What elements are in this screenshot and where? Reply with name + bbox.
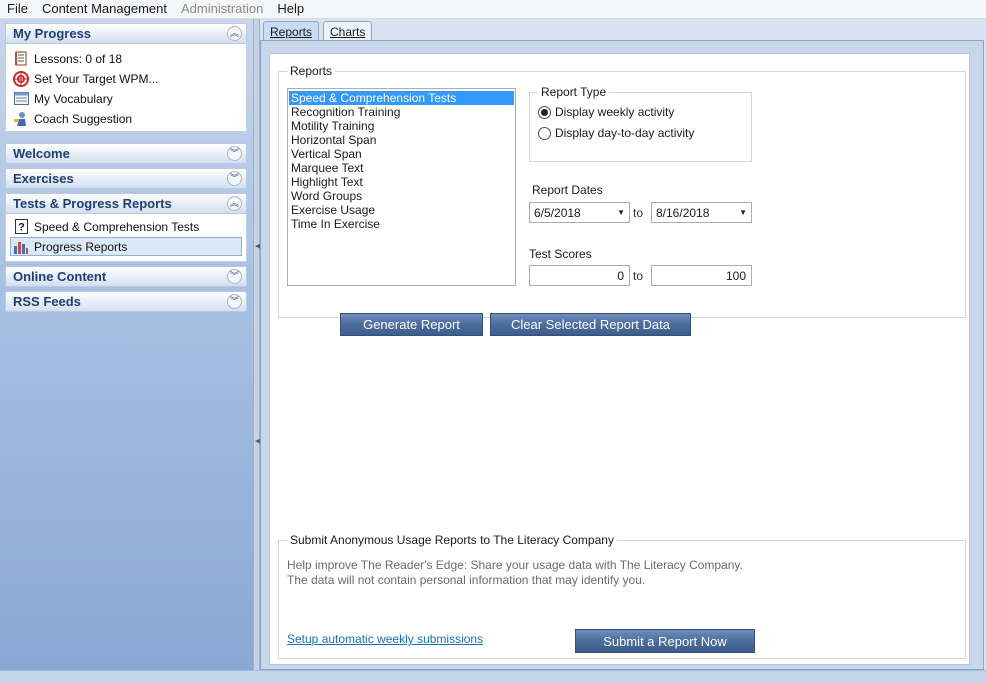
submit-description-line1: Help improve The Reader's Edge: Share yo… — [287, 558, 743, 572]
group-header-online-content[interactable]: Online Content ︾ — [5, 266, 247, 287]
expand-icon[interactable]: ︾ — [227, 269, 242, 284]
group-title: Tests & Progress Reports — [13, 196, 172, 211]
submit-usage-groupbox: Submit Anonymous Usage Reports to The Li… — [278, 533, 966, 659]
collapse-icon[interactable]: ︽ — [227, 26, 242, 41]
expand-icon[interactable]: ︾ — [227, 294, 242, 309]
group-header-welcome[interactable]: Welcome ︾ — [5, 143, 247, 164]
group-title: Online Content — [13, 269, 107, 284]
submit-description-line2: The data will not contain personal infor… — [287, 573, 646, 587]
button-label: Generate Report — [363, 317, 460, 332]
list-item[interactable]: Horizontal Span — [289, 133, 514, 147]
test-scores-label: Test Scores — [529, 247, 592, 261]
groupbox-title: Submit Anonymous Usage Reports to The Li… — [287, 533, 617, 547]
list-item[interactable]: Vertical Span — [289, 147, 514, 161]
dropdown-arrow-icon[interactable]: ▼ — [617, 208, 625, 217]
tab-charts[interactable]: Charts — [323, 21, 373, 41]
menu-administration[interactable]: Administration — [174, 0, 270, 18]
button-label: Clear Selected Report Data — [511, 317, 670, 332]
group-header-rss-feeds[interactable]: RSS Feeds ︾ — [5, 291, 247, 312]
reports-groupbox: Reports Speed & Comprehension Tests Reco… — [278, 64, 966, 336]
bar-chart-icon — [13, 239, 29, 255]
list-item[interactable]: Word Groups — [289, 189, 514, 203]
min-score-input[interactable]: 0 — [529, 265, 630, 286]
report-listbox[interactable]: Speed & Comprehension Tests Recognition … — [287, 88, 516, 286]
expand-icon[interactable]: ︾ — [227, 146, 242, 161]
weekly-activity-radio[interactable]: Display weekly activity — [538, 105, 674, 119]
tab-reports[interactable]: Reports — [263, 21, 320, 41]
sidebar-item-label: Coach Suggestion — [34, 111, 133, 126]
list-item[interactable]: Motility Training — [289, 119, 514, 133]
to-label: to — [633, 269, 644, 283]
date-value: 8/16/2018 — [656, 205, 710, 220]
clear-report-data-button[interactable]: Clear Selected Report Data — [490, 313, 691, 336]
sidebar-item-label: Speed & Comprehension Tests — [34, 219, 200, 234]
radio-label: Display day-to-day activity — [555, 126, 695, 140]
list-item[interactable]: Time In Exercise — [289, 217, 514, 231]
menu-bar: File Content Management Administration H… — [0, 0, 986, 19]
collapse-icon[interactable]: ︽ — [227, 196, 242, 211]
target-icon — [13, 70, 29, 87]
sidebar-item-progress-reports[interactable]: Progress Reports — [10, 237, 242, 256]
sidebar-item-speed-tests[interactable]: ? Speed & Comprehension Tests — [13, 217, 199, 236]
to-label: to — [633, 206, 644, 220]
reports-tab-page: Reports Speed & Comprehension Tests Reco… — [260, 40, 984, 670]
sidebar-item-label: Lessons: 0 of 18 — [34, 51, 123, 66]
sidebar-item-target-wpm[interactable]: Set Your Target WPM... — [13, 69, 159, 88]
list-item[interactable]: Speed & Comprehension Tests — [289, 91, 514, 105]
dropdown-arrow-icon[interactable]: ▼ — [739, 208, 747, 217]
list-item[interactable]: Exercise Usage — [289, 203, 514, 217]
svg-text:?: ? — [18, 222, 25, 234]
notebook-icon — [13, 51, 29, 67]
group-title: Exercises — [13, 171, 74, 186]
tab-label: Reports — [270, 24, 313, 39]
sidebar-item-coach[interactable]: Coach Suggestion — [13, 109, 132, 128]
list-item[interactable]: Highlight Text — [289, 175, 514, 189]
group-body-my-progress: Lessons: 0 of 18 Set Your Target WPM... … — [5, 44, 247, 132]
report-dates-label: Report Dates — [532, 183, 603, 197]
list-item[interactable]: Recognition Training — [289, 105, 514, 119]
max-score-input[interactable]: 100 — [651, 265, 752, 286]
group-header-exercises[interactable]: Exercises ︾ — [5, 168, 247, 189]
coach-icon — [13, 111, 29, 127]
generate-report-button[interactable]: Generate Report — [340, 313, 483, 336]
tab-label: Charts — [330, 24, 366, 39]
sidebar-item-label: My Vocabulary — [34, 91, 113, 106]
group-header-tests-reports[interactable]: Tests & Progress Reports ︽ — [5, 193, 247, 214]
sidebar-item-vocabulary[interactable]: My Vocabulary — [13, 89, 113, 108]
question-icon: ? — [13, 219, 29, 235]
sidebar-splitter[interactable]: ◀ ◀ — [253, 19, 260, 670]
groupbox-title: Report Type — [538, 85, 610, 99]
button-label: Submit a Report Now — [603, 633, 727, 649]
expand-icon[interactable]: ︾ — [227, 171, 242, 186]
date-value: 6/5/2018 — [534, 205, 581, 220]
start-date-picker[interactable]: 6/5/2018 ▼ — [529, 202, 630, 223]
setup-weekly-submissions-link[interactable]: Setup automatic weekly submissions — [287, 632, 483, 646]
menu-help[interactable]: Help — [270, 0, 311, 18]
report-type-groupbox: Report Type Display weekly activity Disp… — [529, 85, 752, 162]
submit-report-button[interactable]: Submit a Report Now — [575, 629, 755, 653]
radio-label: Display weekly activity — [555, 105, 675, 119]
menu-file[interactable]: File — [0, 0, 35, 18]
menu-content-management[interactable]: Content Management — [35, 0, 174, 18]
group-body-tests-reports: ? Speed & Comprehension Tests Progress R… — [5, 214, 247, 262]
radio-checked-icon[interactable] — [538, 105, 551, 119]
daily-activity-radio[interactable]: Display day-to-day activity — [538, 126, 694, 140]
sidebar-item-label: Progress Reports — [34, 239, 128, 254]
navigation-sidebar: My Progress ︽ Lessons: 0 of 18 Set Your … — [0, 19, 253, 670]
groupbox-title: Reports — [287, 64, 336, 78]
sidebar-item-lessons[interactable]: Lessons: 0 of 18 — [13, 49, 122, 68]
end-date-picker[interactable]: 8/16/2018 ▼ — [651, 202, 752, 223]
radio-unchecked-icon[interactable] — [538, 126, 551, 140]
group-header-my-progress[interactable]: My Progress ︽ — [5, 23, 247, 44]
main-content: Reports Charts Reports Speed & Comprehen… — [260, 19, 986, 670]
group-title: My Progress — [13, 26, 92, 41]
reports-panel: Reports Speed & Comprehension Tests Reco… — [269, 53, 970, 665]
list-item[interactable]: Marquee Text — [289, 161, 514, 175]
group-title: Welcome — [13, 146, 70, 161]
vocabulary-icon — [13, 91, 29, 107]
status-bar — [0, 670, 986, 683]
sidebar-item-label: Set Your Target WPM... — [34, 71, 159, 86]
group-title: RSS Feeds — [13, 294, 81, 309]
